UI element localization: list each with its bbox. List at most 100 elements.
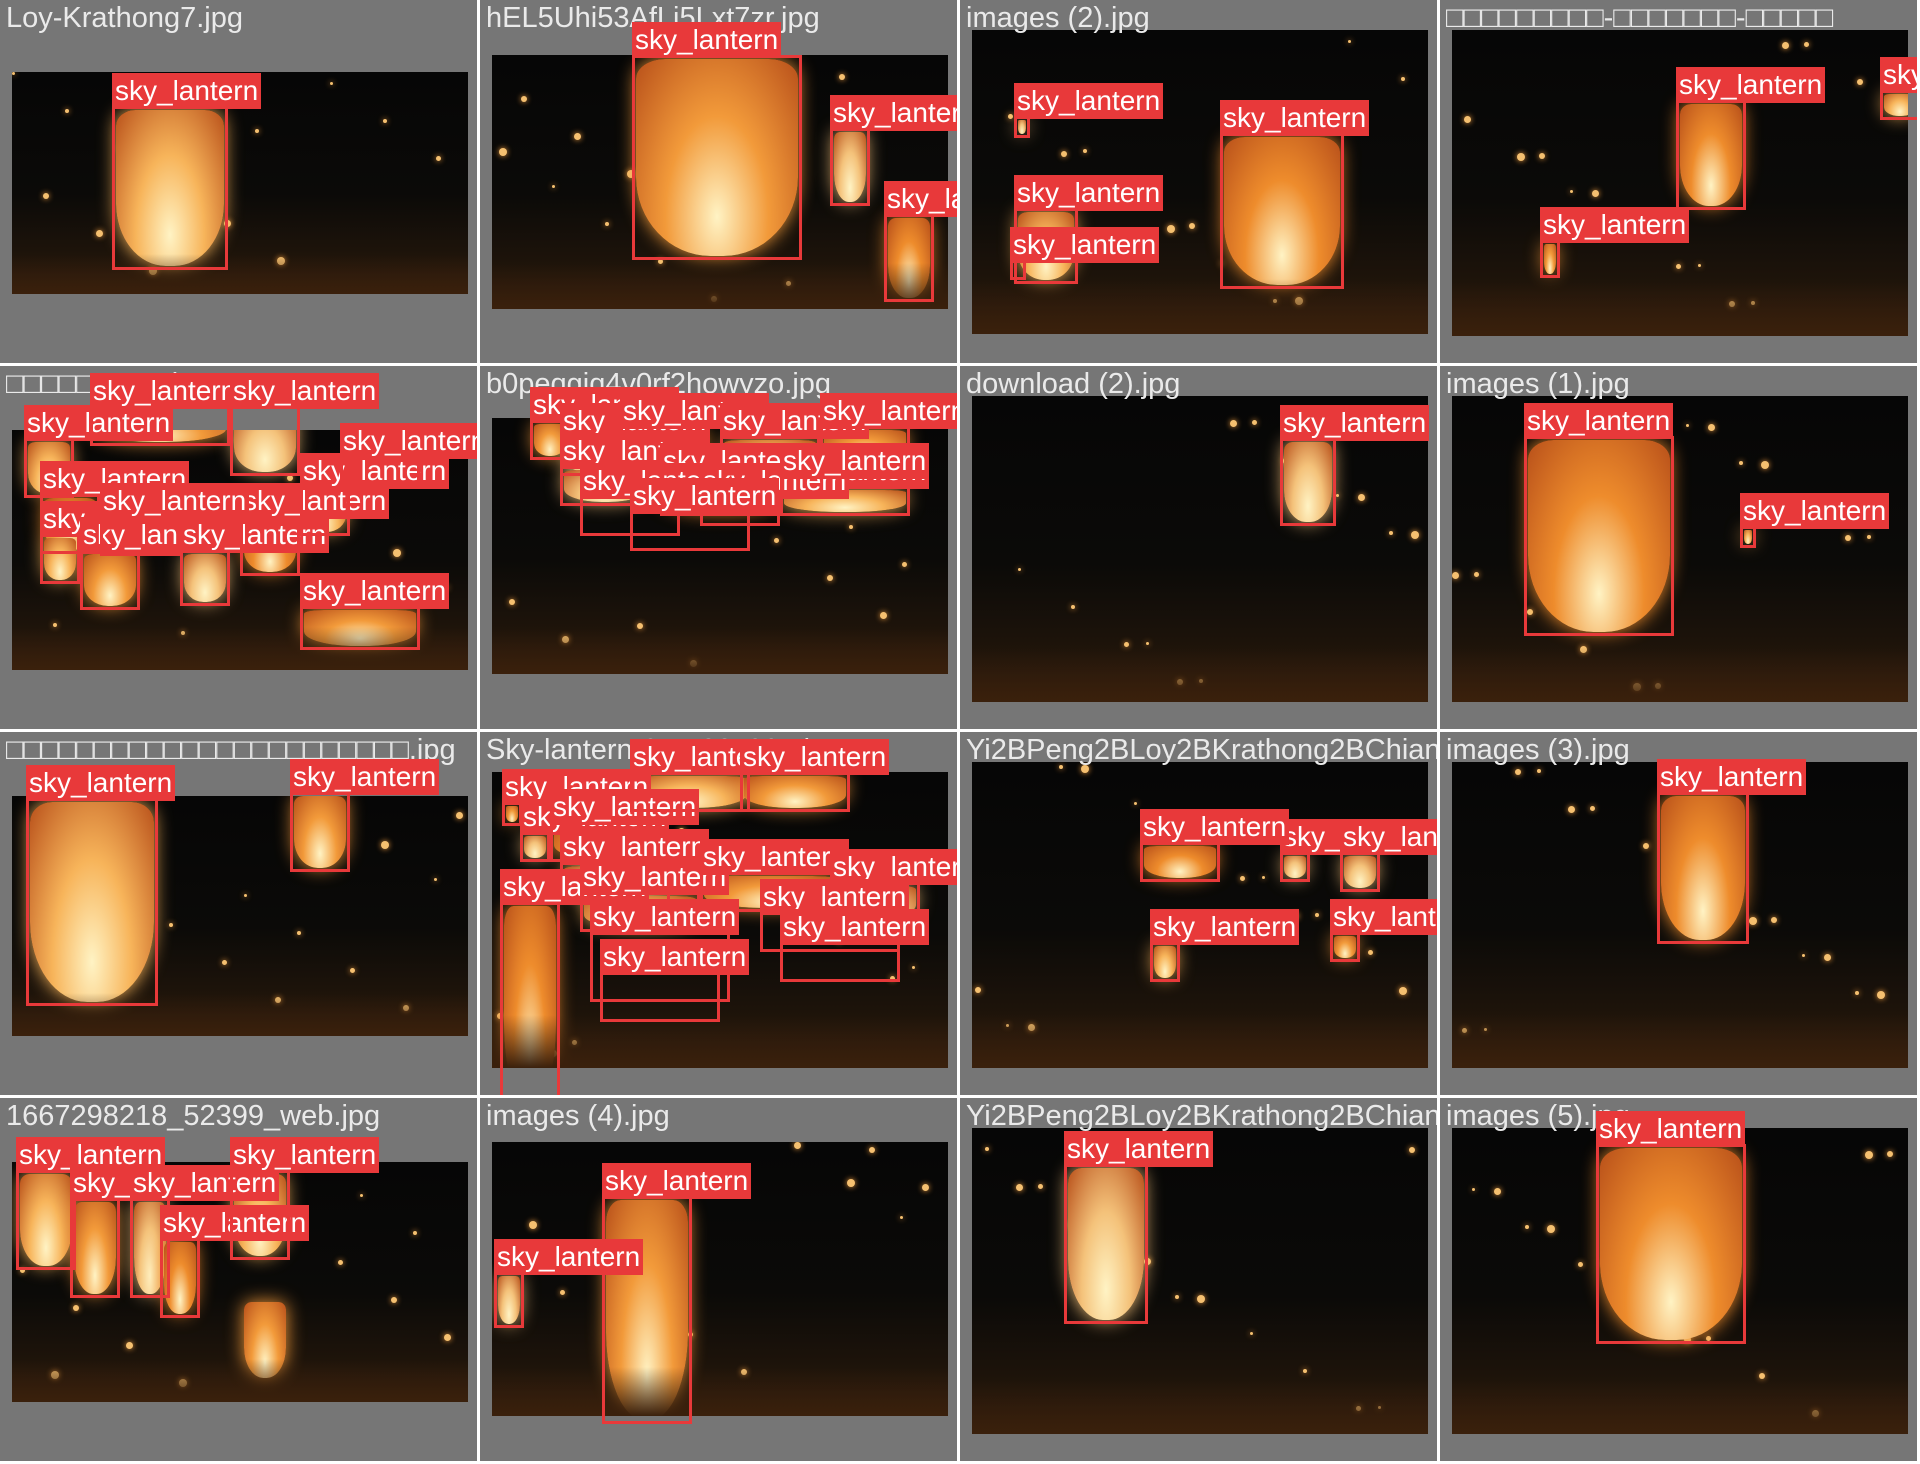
night-photo bbox=[972, 396, 1428, 702]
detection-box: sky_lantern bbox=[160, 1205, 310, 1318]
detection-box: sky_lantern bbox=[1596, 1111, 1746, 1344]
distant-lantern-light bbox=[96, 230, 103, 237]
distant-lantern-light bbox=[985, 1147, 989, 1151]
crowd-ground bbox=[492, 1014, 948, 1068]
detection-box: sky_lantern bbox=[1330, 899, 1437, 962]
distant-lantern-light bbox=[1071, 605, 1075, 609]
detection-label: sky_lantern bbox=[1676, 67, 1826, 103]
detection-label: sky_lantern bbox=[1010, 227, 1160, 263]
night-photo bbox=[1452, 396, 1908, 702]
distant-lantern-light bbox=[1336, 494, 1339, 497]
crowd-ground bbox=[972, 1378, 1428, 1434]
distant-lantern-light bbox=[509, 599, 515, 605]
distant-lantern-light bbox=[1517, 153, 1525, 161]
distant-lantern-light bbox=[1686, 424, 1689, 427]
mosaic-tile: images (1).jpg sky_lantern sky_lantern bbox=[1440, 366, 1920, 732]
detection-box: sky_lantern bbox=[1064, 1131, 1214, 1324]
distant-lantern-light bbox=[65, 109, 69, 113]
crowd-ground bbox=[1452, 1012, 1908, 1068]
distant-lantern-light bbox=[521, 96, 527, 102]
detection-label: sky_lantern bbox=[740, 739, 890, 775]
distant-lantern-light bbox=[1472, 1188, 1475, 1191]
detection-box: sky_lantern bbox=[70, 1165, 220, 1298]
detection-label: sky_lantern bbox=[230, 373, 380, 409]
crowd-ground bbox=[492, 263, 948, 309]
distant-lantern-light bbox=[222, 960, 227, 965]
distant-lantern-light bbox=[1749, 917, 1757, 925]
distant-lantern-light bbox=[1348, 40, 1351, 43]
distant-lantern-light bbox=[1643, 843, 1649, 849]
detection-label: sky_lantern bbox=[1740, 493, 1890, 529]
detection-box: sky_lantern bbox=[1657, 759, 1807, 944]
detection-box: sky_lantern bbox=[884, 181, 957, 302]
detection-label: sky_lantern bbox=[1014, 83, 1164, 119]
distant-lantern-light bbox=[1038, 1184, 1043, 1189]
crowd-ground bbox=[1452, 280, 1908, 336]
distant-lantern-light bbox=[922, 1184, 929, 1191]
distant-lantern-light bbox=[12, 72, 15, 75]
mosaic-tile: b0peqgjq4v0rf2howyzo.jpg sky_lantern sky_l… bbox=[480, 366, 960, 732]
distant-lantern-light bbox=[1771, 917, 1777, 923]
distant-lantern-light bbox=[1494, 1188, 1501, 1195]
detection-label: sky_lantern bbox=[700, 839, 850, 875]
detection-box: sky_lantern bbox=[520, 799, 670, 862]
detection-box: sky_lantern bbox=[632, 22, 802, 260]
detection-box: sky_lantern bbox=[1280, 819, 1430, 882]
detection-box: sky_lantern bbox=[1010, 227, 1160, 280]
distant-lantern-light bbox=[1474, 572, 1479, 577]
detection-box: sky_lantern bbox=[16, 1137, 166, 1270]
distant-lantern-light bbox=[1887, 1151, 1893, 1157]
mosaic-tile: download (2).jpg sky_lantern bbox=[960, 366, 1440, 732]
detection-box: sky_lantern bbox=[494, 1239, 644, 1328]
distant-lantern-light bbox=[1303, 1369, 1307, 1373]
tile-filename: Yi2BPeng2BLoy2BKrathong2BChiang2BMai2BT bbox=[966, 734, 1440, 766]
distant-lantern-light bbox=[1061, 151, 1067, 157]
detection-label: sky_lantern bbox=[1064, 1131, 1214, 1167]
tile-filename: Loy-Krathong7.jpg bbox=[6, 2, 243, 34]
distant-lantern-light bbox=[436, 156, 441, 161]
detection-box: sky_lantern bbox=[230, 373, 380, 476]
detection-box: sky_lantern bbox=[780, 443, 930, 516]
detection-label: sky_lantern bbox=[1540, 207, 1690, 243]
distant-lantern-light bbox=[605, 222, 609, 226]
detection-label: sky_lantern bbox=[830, 95, 957, 131]
crowd-ground bbox=[12, 254, 468, 294]
distant-lantern-light bbox=[1761, 461, 1769, 469]
distant-lantern-light bbox=[900, 1216, 903, 1219]
distant-lantern-light bbox=[1877, 991, 1885, 999]
distant-lantern-light bbox=[839, 74, 845, 80]
crowd-ground bbox=[492, 627, 948, 674]
distant-lantern-light bbox=[1464, 116, 1471, 123]
distant-lantern-light bbox=[444, 1334, 451, 1341]
mosaic-tile: □□□□□□□□□□□□□□□□□□□□□□□.jpg sky_lantern sk… bbox=[0, 732, 480, 1098]
distant-lantern-light bbox=[73, 1305, 79, 1311]
distant-lantern-light bbox=[1252, 420, 1257, 425]
distant-lantern-light bbox=[1262, 876, 1265, 879]
distant-lantern-light bbox=[1782, 42, 1789, 49]
mosaic-tile: hEL5Uhi53AfLj5Lxt7zr.jpg sky_lantern sky_l… bbox=[480, 0, 960, 366]
distant-lantern-light bbox=[1315, 913, 1319, 917]
mosaic-tile: Yi2BPeng2BLoy2BKrathong2BChiang2BMai2Bsk… bbox=[960, 1098, 1440, 1464]
distant-lantern-light bbox=[529, 1221, 537, 1229]
distant-lantern-light bbox=[1081, 765, 1089, 773]
distant-lantern-light bbox=[1676, 264, 1681, 269]
mosaic-tile: Sky-lantern-21-700x394.jpgsky_lanternsky… bbox=[480, 732, 960, 1098]
distant-lantern-light bbox=[338, 1260, 343, 1265]
mosaic-tile: □□□□□□□□□.jpgsky_lanternsky_lanternsky_l… bbox=[0, 366, 480, 732]
crowd-ground bbox=[1452, 646, 1908, 702]
detection-box: sky_lantern bbox=[300, 573, 450, 650]
distant-lantern-light bbox=[1802, 954, 1805, 957]
tile-filename: □□□□□□□□□-□□□□□□□-□□□□□ bbox=[1446, 2, 1834, 34]
distant-lantern-light bbox=[1525, 1225, 1529, 1229]
distant-lantern-light bbox=[1824, 954, 1831, 961]
distant-lantern-light bbox=[456, 812, 463, 819]
distant-lantern-light bbox=[1368, 950, 1373, 955]
distant-lantern-light bbox=[1537, 769, 1541, 773]
distant-lantern-light bbox=[1083, 149, 1087, 153]
distant-lantern-light bbox=[1230, 420, 1237, 427]
distant-lantern-light bbox=[1568, 806, 1575, 813]
crowd-ground bbox=[972, 279, 1428, 334]
distant-lantern-light bbox=[1016, 1184, 1023, 1191]
detection-label: sky_lantern bbox=[630, 478, 780, 514]
detection-box: sky_lantern bbox=[26, 765, 176, 1006]
